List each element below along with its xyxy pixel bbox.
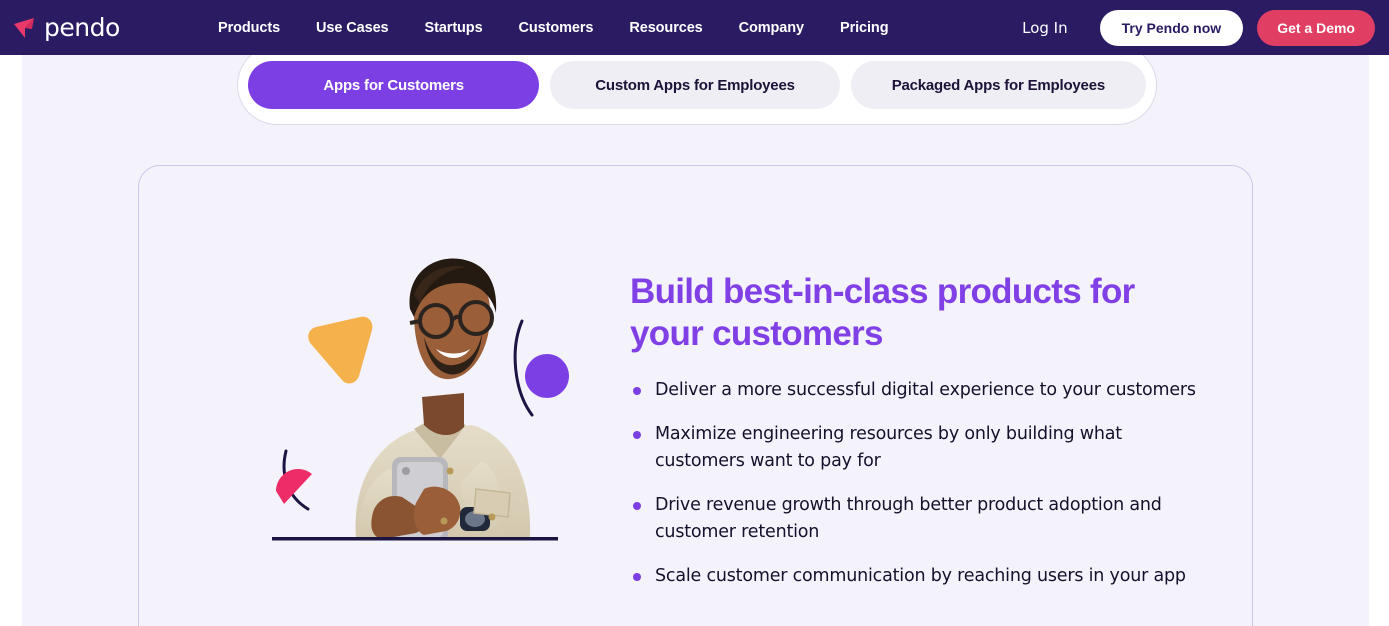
feature-panel-card: Build best-in-class products for your cu… — [138, 165, 1253, 626]
tab-packaged-apps-for-employees[interactable]: Packaged Apps for Employees — [850, 61, 1146, 109]
pendo-logo[interactable]: pendo — [12, 13, 120, 43]
top-navigation-bar: pendo Products Use Cases Startups Custom… — [0, 0, 1389, 55]
log-in-link[interactable]: Log In — [1022, 19, 1068, 37]
nav-link-products[interactable]: Products — [218, 20, 280, 36]
try-pendo-now-button[interactable]: Try Pendo now — [1099, 9, 1244, 46]
navy-baseline-shape — [272, 537, 558, 541]
get-a-demo-button[interactable]: Get a Demo — [1257, 9, 1375, 46]
pendo-arrow-logo-icon — [12, 15, 42, 41]
orange-triangle-shape — [308, 316, 373, 384]
smiling-man-with-phone-photo — [264, 221, 584, 621]
primary-nav-links: Products Use Cases Startups Customers Re… — [218, 0, 889, 55]
tab-switcher: Apps for Customers Custom Apps for Emplo… — [237, 55, 1157, 125]
nav-link-startups[interactable]: Startups — [425, 20, 483, 36]
nav-link-use-cases[interactable]: Use Cases — [316, 20, 389, 36]
nav-link-customers[interactable]: Customers — [519, 20, 594, 36]
purple-circle-shape — [525, 354, 569, 398]
nav-link-company[interactable]: Company — [739, 20, 804, 36]
page-content: Apps for Customers Custom Apps for Emplo… — [22, 55, 1369, 626]
list-item: Drive revenue growth through better prod… — [630, 492, 1210, 546]
nav-actions: Log In Try Pendo now Get a Demo — [1022, 0, 1375, 55]
nav-link-pricing[interactable]: Pricing — [840, 20, 889, 36]
tab-custom-apps-for-employees[interactable]: Custom Apps for Employees — [550, 61, 840, 109]
pendo-logo-text: pendo — [44, 13, 120, 42]
list-item: Maximize engineering resources by only b… — [630, 421, 1210, 475]
tab-apps-for-customers[interactable]: Apps for Customers — [248, 61, 540, 109]
feature-copy-column: Build best-in-class products for your cu… — [630, 271, 1210, 626]
list-item: Scale customer communication by reaching… — [630, 563, 1210, 590]
page-title: Build best-in-class products for your cu… — [630, 272, 1135, 353]
list-item: Deliver a more successful digital experi… — [630, 377, 1210, 404]
benefit-list: Deliver a more successful digital experi… — [630, 377, 1210, 590]
nav-link-resources[interactable]: Resources — [629, 20, 702, 36]
